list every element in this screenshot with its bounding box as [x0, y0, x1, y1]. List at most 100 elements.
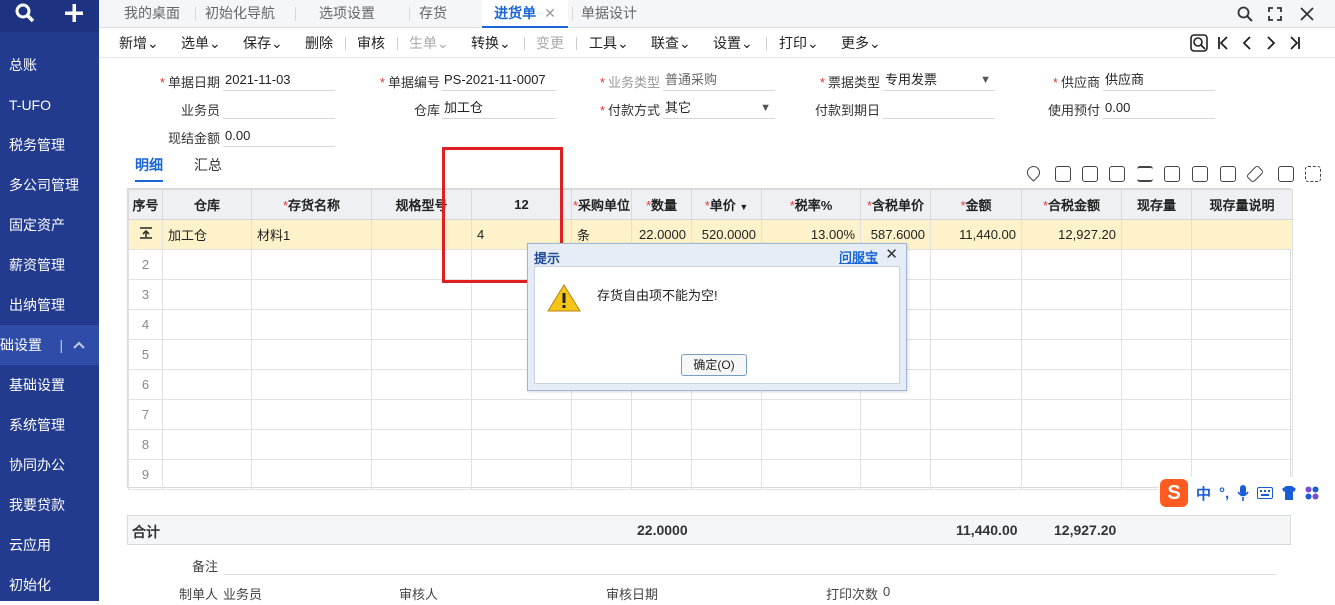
add-row-icon[interactable] — [1055, 166, 1071, 182]
prev-record-icon[interactable] — [1237, 28, 1257, 58]
sidebar-item-system[interactable]: 系统管理 — [0, 405, 99, 445]
grid-cell[interactable] — [930, 249, 1022, 280]
prepay-field[interactable]: 0.00 — [1103, 97, 1215, 119]
invoice-type-select[interactable]: 专用发票 ▼ — [883, 69, 995, 91]
columns-icon[interactable] — [1220, 166, 1236, 182]
grid-cell[interactable] — [251, 369, 372, 400]
grid-cell[interactable] — [1021, 339, 1122, 370]
grid-cell[interactable] — [251, 309, 372, 340]
grid-cell[interactable] — [371, 369, 472, 400]
col-stock[interactable]: 现存量 — [1121, 189, 1192, 220]
query-button[interactable]: 联查⌄ — [651, 28, 691, 58]
tab-detail[interactable]: 明细 — [135, 156, 163, 182]
sogou-logo-icon[interactable]: S — [1160, 479, 1188, 507]
grid-cell[interactable] — [930, 459, 1022, 490]
grid-cell[interactable] — [930, 399, 1022, 430]
col-tax-price[interactable]: *含税单价 — [860, 189, 931, 220]
settings-button[interactable]: 设置⌄ — [713, 28, 753, 58]
grid-cell[interactable] — [371, 429, 472, 460]
skin-icon[interactable] — [1281, 486, 1297, 500]
grid-cell[interactable] — [571, 459, 632, 490]
grid-cell[interactable] — [631, 399, 692, 430]
grid-cell[interactable] — [162, 459, 252, 490]
grid-cell[interactable] — [1021, 309, 1122, 340]
search-icon[interactable] — [1232, 0, 1258, 28]
col-tax-rate[interactable]: *税率% — [761, 189, 861, 220]
grid-cell[interactable] — [571, 399, 632, 430]
ok-button[interactable]: 确定(O) — [681, 354, 747, 376]
grid-cell[interactable] — [371, 459, 472, 490]
grid-cell[interactable] — [860, 429, 931, 460]
grid-cell[interactable] — [1021, 459, 1122, 490]
col-item-name[interactable]: *存货名称 — [251, 189, 372, 220]
microphone-icon[interactable] — [1237, 485, 1249, 501]
grid-cell[interactable] — [162, 279, 252, 310]
col-qty[interactable]: *数量 — [631, 189, 692, 220]
grid-cell[interactable] — [1121, 249, 1192, 280]
grid-cell[interactable] — [1121, 399, 1192, 430]
biz-type-field[interactable]: 普通采购 — [663, 69, 775, 91]
row-drag-icon[interactable] — [128, 219, 163, 250]
tab-doc-design[interactable]: 单据设计 — [577, 0, 641, 28]
warehouse-field[interactable]: 加工仓 — [442, 97, 556, 119]
grid-cell[interactable] — [930, 369, 1022, 400]
sidebar-item-loan[interactable]: 我要贷款 — [0, 485, 99, 525]
grid-cell[interactable] — [471, 459, 572, 490]
grid-cell[interactable] — [1191, 249, 1293, 280]
batch-edit-icon[interactable] — [1137, 166, 1153, 182]
grid-cell[interactable] — [691, 399, 762, 430]
col-unit[interactable]: *采购单位 — [571, 189, 632, 220]
tab-summary[interactable]: 汇总 — [194, 156, 222, 182]
grid-cell[interactable] — [162, 429, 252, 460]
sidebar-item-tufo[interactable]: T-UFO — [0, 85, 99, 125]
grid-cell[interactable] — [930, 339, 1022, 370]
grid-cell[interactable] — [1021, 249, 1122, 280]
grid-cell[interactable] — [1191, 429, 1293, 460]
col-warehouse[interactable]: 仓库 — [162, 189, 252, 220]
grid-cell[interactable] — [162, 249, 252, 280]
grid-cell[interactable] — [162, 339, 252, 370]
grid-cell[interactable] — [1121, 369, 1192, 400]
split-icon[interactable] — [1164, 166, 1180, 182]
pay-method-select[interactable]: 其它 ▼ — [663, 97, 775, 119]
search-icon[interactable] — [0, 3, 50, 29]
sidebar-section-basic[interactable]: 础设置 | — [0, 325, 99, 365]
grid-cell[interactable] — [930, 309, 1022, 340]
tab-purchase-order[interactable]: 进货单 ✕ — [482, 0, 568, 28]
delete-row-icon[interactable] — [1109, 166, 1125, 182]
change-button[interactable]: 变更 — [536, 28, 564, 58]
cell-warehouse[interactable]: 加工仓 — [162, 219, 252, 250]
grid-cell[interactable] — [251, 459, 372, 490]
export-icon[interactable] — [1192, 166, 1208, 182]
grid-cell[interactable] — [761, 459, 861, 490]
cell-stock-note[interactable] — [1191, 219, 1293, 250]
table-row[interactable]: 8 — [128, 429, 1293, 460]
col-amount[interactable]: *金额 — [930, 189, 1022, 220]
grid-cell[interactable] — [251, 339, 372, 370]
grid-cell[interactable] — [371, 339, 472, 370]
close-window-icon[interactable] — [1294, 0, 1320, 28]
fullscreen-icon[interactable] — [1305, 166, 1321, 182]
select-button[interactable]: 选单⌄ — [181, 28, 221, 58]
new-button[interactable]: 新增⌄ — [119, 28, 159, 58]
fullscreen-icon[interactable] — [1262, 0, 1288, 28]
grid-cell[interactable] — [1121, 429, 1192, 460]
sidebar-item-fixed-assets[interactable]: 固定资产 — [0, 205, 99, 245]
col-tax-amount[interactable]: *合税金额 — [1021, 189, 1122, 220]
grid-cell[interactable] — [1191, 339, 1293, 370]
sidebar-item-cloud[interactable]: 云应用 — [0, 525, 99, 565]
grid-cell[interactable] — [1021, 399, 1122, 430]
audit-button[interactable]: 审核 — [357, 28, 385, 58]
last-record-icon[interactable] — [1285, 28, 1305, 58]
ime-lang-toggle[interactable]: 中 — [1196, 483, 1211, 504]
grid-cell[interactable] — [371, 399, 472, 430]
grid-cell[interactable] — [1121, 279, 1192, 310]
grid-cell[interactable] — [1191, 279, 1293, 310]
grid-cell[interactable] — [691, 429, 762, 460]
delete-button[interactable]: 删除 — [305, 28, 333, 58]
close-icon[interactable]: ✕ — [885, 245, 898, 263]
grid-cell[interactable] — [1021, 369, 1122, 400]
tab-desktop[interactable]: 我的桌面 — [114, 0, 190, 28]
generate-button[interactable]: 生单⌄ — [409, 28, 449, 58]
next-record-icon[interactable] — [1261, 28, 1281, 58]
